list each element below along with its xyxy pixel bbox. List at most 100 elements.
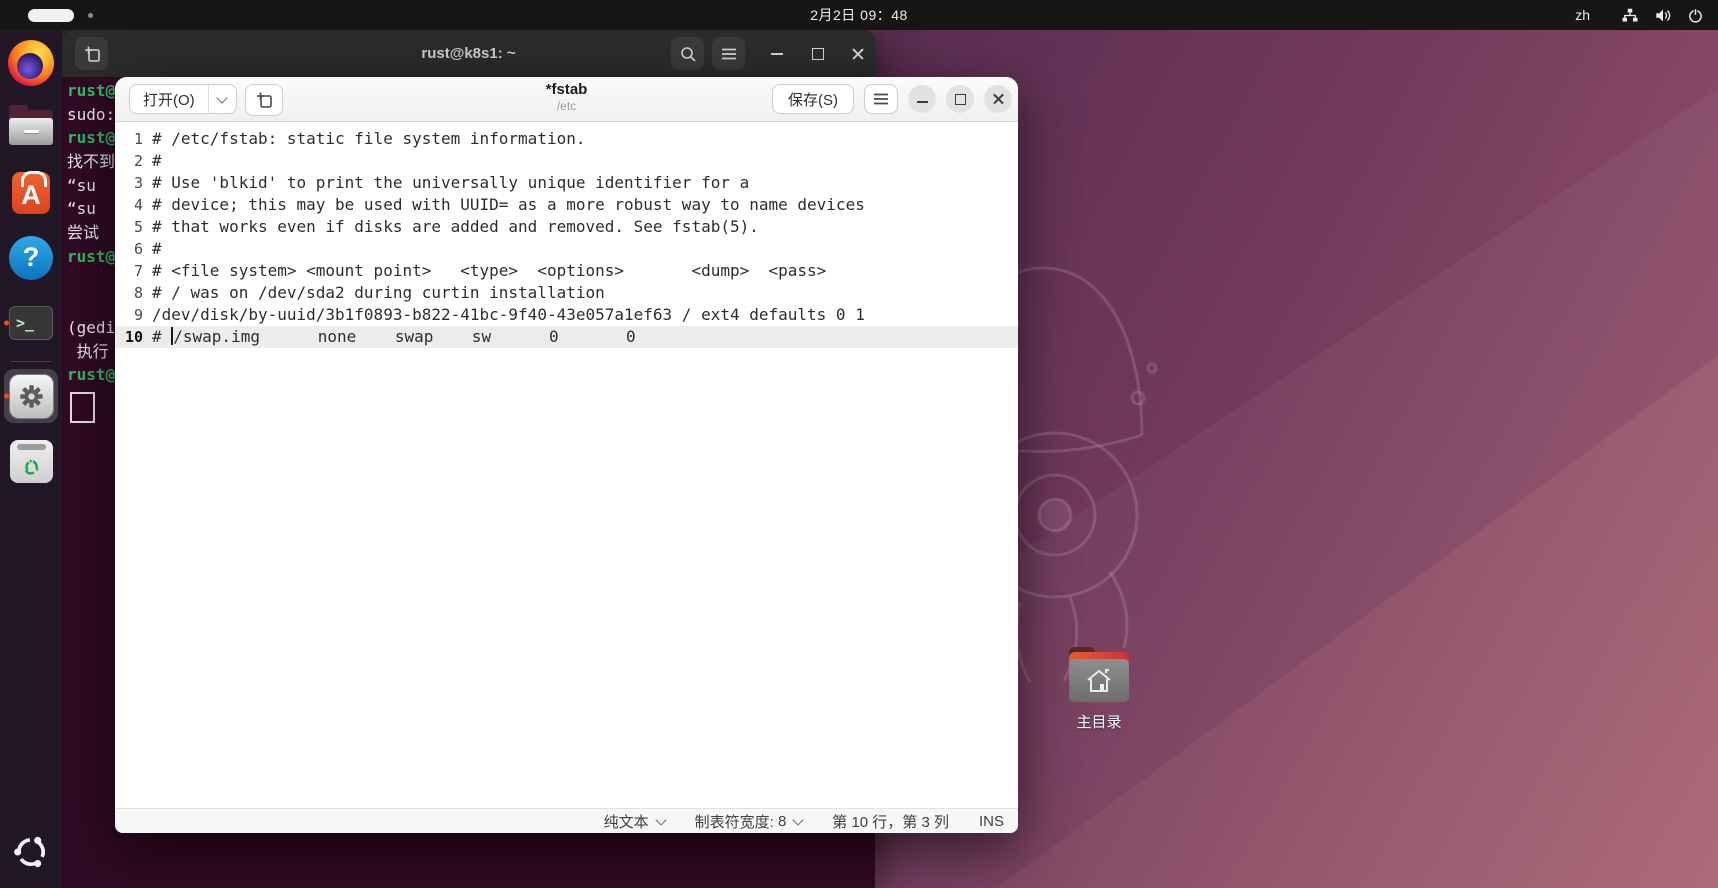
- dock-item-show-apps[interactable]: [0, 824, 62, 880]
- show-apps-icon: [14, 836, 46, 868]
- tab-width-value: 8: [777, 812, 787, 830]
- terminal-menu-button[interactable]: [712, 37, 745, 70]
- house-icon: [1087, 668, 1111, 692]
- open-split-button[interactable]: 打开(O): [129, 84, 237, 114]
- terminal-close-button[interactable]: [846, 42, 870, 66]
- clock-button[interactable]: 2月2日 09：48: [810, 0, 908, 30]
- open-button[interactable]: 打开(O): [129, 84, 209, 114]
- line-number: 3: [133, 174, 143, 192]
- line-text: # /etc/fstab: static file system informa…: [152, 129, 586, 148]
- input-method-indicator[interactable]: zh: [1575, 7, 1590, 23]
- home-folder-label: 主目录: [1076, 714, 1122, 731]
- workspace-pill-icon: [28, 8, 74, 22]
- line-text: # Use 'blkid' to print the universally u…: [152, 173, 750, 192]
- close-icon: [851, 47, 865, 61]
- gedit-menu-button[interactable]: [864, 84, 898, 114]
- terminal-minimize-button[interactable]: [765, 42, 789, 66]
- top-bar: 2月2日 09：48 zh: [0, 0, 1718, 30]
- hamburger-menu-icon: [721, 48, 736, 59]
- dock-item-help[interactable]: ?: [0, 225, 62, 290]
- gedit-window: 打开(O) *fstab /etc 保存(S) 1 # /etc/fstab: …: [115, 77, 1018, 833]
- editor-line[interactable]: 7 # <file system> <mount point> <type> <o…: [115, 260, 1018, 282]
- gedit-minimize-button[interactable]: [908, 85, 936, 113]
- tab-width-label: 制表符宽度:: [694, 813, 774, 831]
- line-number: 5: [133, 218, 143, 236]
- activities-indicator[interactable]: [28, 0, 93, 30]
- document-path: /etc: [556, 98, 577, 113]
- maximize-icon: [812, 48, 824, 60]
- editor-line[interactable]: 3 # Use 'blkid' to print the universally …: [115, 172, 1018, 194]
- editor-line[interactable]: 4 # device; this may be used with UUID= a…: [115, 194, 1018, 216]
- editor-line[interactable]: 9/dev/disk/by-uuid/3b1f0893-b822-41bc-9f…: [115, 304, 1018, 326]
- ubuntu-software-icon: A: [12, 170, 50, 214]
- chevron-down-icon: [792, 813, 804, 826]
- workspace-dot-icon: [88, 12, 93, 18]
- document-title: *fstab: [545, 81, 588, 98]
- line-number: 6: [133, 240, 143, 258]
- hamburger-menu-icon: [874, 93, 888, 105]
- minimize-icon: [771, 53, 783, 55]
- line-number: 4: [133, 196, 143, 214]
- terminal-titlebar: rust@k8s1: ~: [62, 30, 875, 77]
- active-app-highlight: [4, 369, 58, 423]
- dock-item-trash[interactable]: [0, 426, 62, 496]
- terminal-icon: >_: [9, 305, 53, 340]
- terminal-new-tab-button[interactable]: [75, 37, 108, 70]
- new-tab-icon: [84, 46, 100, 62]
- network-icon: [1622, 8, 1638, 21]
- language-selector[interactable]: 纯文本: [603, 811, 667, 832]
- insert-mode-indicator: INS: [978, 812, 1004, 830]
- dock-item-files[interactable]: [0, 95, 62, 160]
- editor-line[interactable]: 6 #: [115, 238, 1018, 260]
- line-text: /dev/disk/by-uuid/3b1f0893-b822-41bc-9f4…: [152, 305, 865, 324]
- editor-line[interactable]: 1 # /etc/fstab: static file system inform…: [115, 128, 1018, 150]
- line-text: # /swap.img none swap sw 0 0: [152, 327, 636, 346]
- terminal-search-button[interactable]: [671, 37, 704, 70]
- gedit-statusbar: 纯文本 制表符宽度: 8 第 10 行，第 3 列 INS: [115, 808, 1018, 833]
- language-label: 纯文本: [603, 813, 649, 831]
- cursor-position-label: 第 10 行，第 3 列: [832, 813, 949, 831]
- recycle-symbol-icon: [24, 459, 39, 475]
- terminal-title: rust@k8s1: ~: [421, 45, 516, 62]
- dock-item-terminal[interactable]: >_: [0, 290, 62, 355]
- system-status-area[interactable]: zh: [1575, 0, 1704, 30]
- settings-gear-icon: [19, 384, 43, 408]
- dock-item-ubuntu-software[interactable]: A: [0, 160, 62, 225]
- firefox-icon: [8, 39, 54, 86]
- editor-line[interactable]: 8 # / was on /dev/sda2 during curtin inst…: [115, 282, 1018, 304]
- line-number: 2: [133, 152, 143, 170]
- save-button[interactable]: 保存(S): [772, 84, 854, 114]
- terminal-maximize-button[interactable]: [806, 42, 830, 66]
- running-indicator: [4, 320, 9, 325]
- line-text: # / was on /dev/sda2 during curtin insta…: [152, 283, 605, 302]
- new-document-button[interactable]: [245, 84, 283, 116]
- cursor-position-button[interactable]: 第 10 行，第 3 列: [832, 811, 949, 832]
- open-dropdown-button[interactable]: [207, 84, 237, 114]
- chevron-down-icon: [216, 92, 228, 104]
- editor-line[interactable]: 2 #: [115, 150, 1018, 172]
- editor-text-area[interactable]: 1 # /etc/fstab: static file system inform…: [115, 122, 1018, 808]
- document-title-block: *fstab /etc: [545, 81, 588, 113]
- editor-line[interactable]: 5 # that works even if disks are added an…: [115, 216, 1018, 238]
- power-icon: [1689, 7, 1702, 23]
- home-folder-icon: [1069, 647, 1129, 702]
- chevron-down-icon: [654, 813, 667, 826]
- trash-icon: [9, 439, 53, 483]
- line-text: # device; this may be used with UUID= as…: [152, 195, 865, 214]
- tab-width-selector[interactable]: 制表符宽度: 8: [694, 811, 804, 832]
- line-number: 7: [133, 262, 143, 280]
- line-number: 1: [133, 130, 143, 148]
- dock-item-firefox[interactable]: [0, 30, 62, 95]
- minimize-icon: [916, 101, 928, 103]
- gedit-close-button[interactable]: [984, 85, 1012, 113]
- editor-line[interactable]: 10 # /swap.img none swap sw 0 0: [115, 326, 1018, 348]
- line-text: #: [152, 151, 162, 170]
- volume-icon: [1656, 9, 1671, 21]
- help-icon: ?: [9, 235, 53, 280]
- desktop-home-folder[interactable]: 主目录: [1062, 647, 1136, 732]
- line-number: 9: [133, 306, 143, 324]
- gedit-maximize-button[interactable]: [946, 85, 974, 113]
- dock-item-settings-active[interactable]: [0, 366, 62, 426]
- close-icon: [992, 93, 1005, 106]
- running-indicator: [4, 393, 9, 399]
